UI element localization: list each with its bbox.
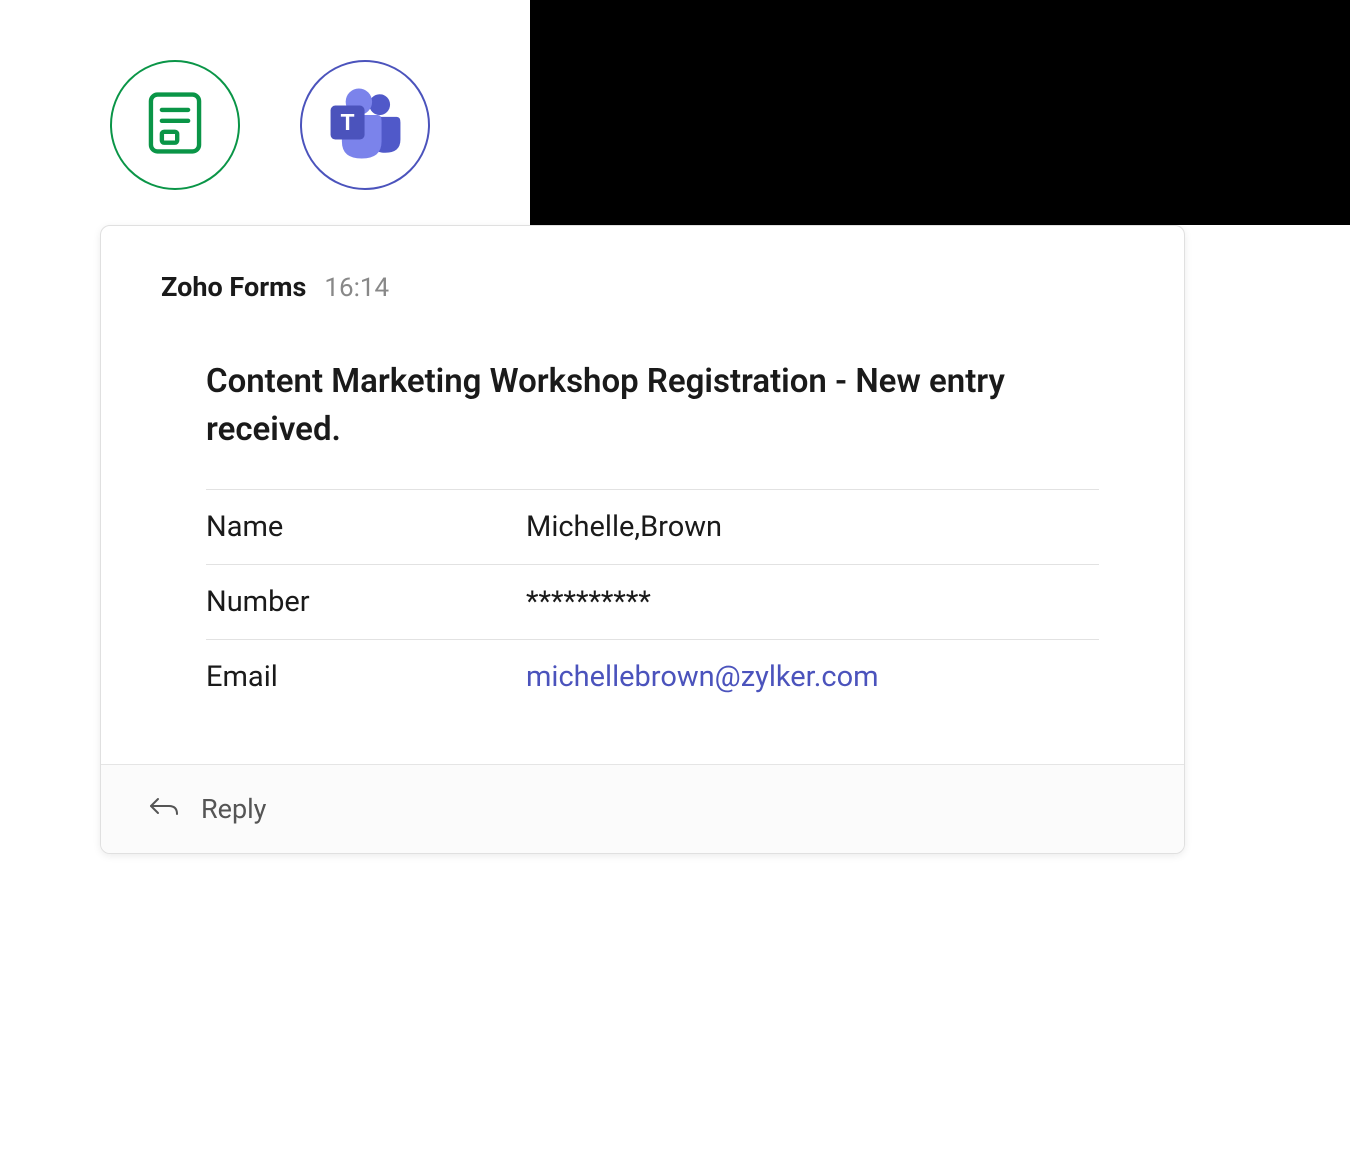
svg-text:T: T	[340, 109, 354, 135]
microsoft-teams-logo-circle: T	[300, 60, 430, 190]
zoho-forms-icon	[140, 88, 210, 162]
reply-button-label: Reply	[201, 793, 266, 825]
message-footer[interactable]: Reply	[101, 764, 1184, 853]
field-label: Email	[206, 639, 526, 714]
microsoft-teams-icon: T	[323, 81, 408, 170]
form-fields-table: Name Michelle,Brown Number ********** Em…	[206, 489, 1099, 714]
field-value: Michelle,Brown	[526, 489, 1099, 564]
message-body: Content Marketing Workshop Registration …	[101, 303, 1184, 764]
table-row: Email michellebrown@zylker.com	[206, 639, 1099, 714]
email-link[interactable]: michellebrown@zylker.com	[526, 660, 879, 694]
message-header: Zoho Forms 16:14	[101, 226, 1184, 303]
message-title: Content Marketing Workshop Registration …	[206, 358, 1099, 454]
integration-logos: T	[110, 60, 430, 190]
table-row: Name Michelle,Brown	[206, 489, 1099, 564]
field-value: michellebrown@zylker.com	[526, 639, 1099, 714]
message-timestamp: 16:14	[324, 273, 389, 303]
zoho-forms-logo-circle	[110, 60, 240, 190]
top-black-region	[530, 0, 1350, 225]
reply-arrow-icon	[149, 795, 179, 823]
table-row: Number **********	[206, 564, 1099, 639]
teams-message-card: Zoho Forms 16:14 Content Marketing Works…	[100, 225, 1185, 854]
field-label: Number	[206, 564, 526, 639]
field-label: Name	[206, 489, 526, 564]
field-value: **********	[526, 564, 1099, 639]
sender-name: Zoho Forms	[161, 271, 306, 303]
